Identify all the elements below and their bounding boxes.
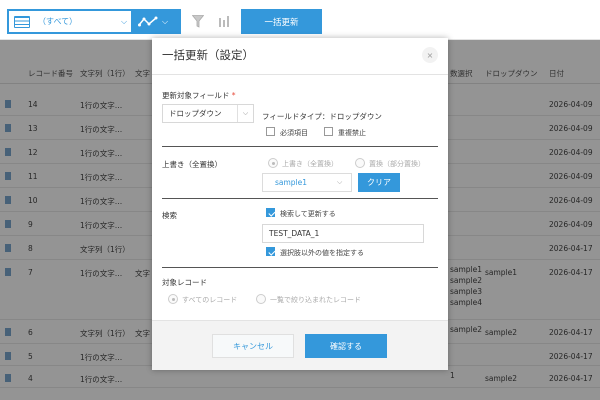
target-field-select[interactable]: ドロップダウン ⌵ bbox=[162, 104, 254, 123]
graph-icon bbox=[138, 16, 158, 26]
filtered-records-radio-label: 一覧で絞り込まれたレコード bbox=[270, 296, 361, 304]
overwrite-radio[interactable] bbox=[268, 158, 278, 168]
field-type-text: フィールドタイプ：ドロップダウン bbox=[262, 112, 382, 121]
chevron-down-icon: ⌵ bbox=[337, 178, 343, 186]
search-input[interactable]: TEST_DATA_1 bbox=[262, 224, 424, 243]
target-field-label-text: 更新対象フィールド bbox=[162, 91, 230, 100]
target-field-label: 更新対象フィールド * bbox=[162, 90, 236, 101]
bar-chart-icon bbox=[219, 16, 229, 27]
all-records-radio-label: すべてのレコード bbox=[182, 296, 238, 304]
chevron-down-icon: ⌵ bbox=[237, 105, 253, 122]
cancel-button[interactable]: キャンセル bbox=[212, 334, 294, 358]
dialog-title: 一括更新（設定） bbox=[162, 48, 254, 62]
view-select[interactable]: （すべて） ⌵ bbox=[7, 9, 133, 34]
chevron-down-icon: ⌵ bbox=[162, 16, 169, 26]
section-divider bbox=[162, 267, 438, 268]
dialog-footer: キャンセル 確認する bbox=[152, 320, 448, 370]
value-select[interactable]: sample1 ⌵ bbox=[262, 173, 352, 192]
bulk-update-button[interactable]: 一括更新 bbox=[241, 9, 322, 34]
no-duplicate-checkbox[interactable] bbox=[324, 127, 333, 136]
all-records-radio[interactable] bbox=[168, 294, 178, 304]
required-checkbox-label: 必須項目 bbox=[280, 129, 308, 137]
confirm-button[interactable]: 確認する bbox=[305, 334, 387, 358]
filter-icon bbox=[192, 15, 204, 28]
target-field-value: ドロップダウン bbox=[169, 109, 222, 118]
chevron-down-icon: ⌵ bbox=[120, 16, 128, 26]
filter-button[interactable] bbox=[186, 9, 210, 34]
specify-other-checkbox-label: 選択肢以外の値を指定する bbox=[280, 249, 364, 257]
required-checkbox[interactable] bbox=[266, 127, 275, 136]
view-select-label: （すべて） bbox=[38, 17, 78, 26]
required-mark: * bbox=[231, 91, 236, 100]
section-divider bbox=[162, 146, 438, 147]
filtered-records-radio[interactable] bbox=[256, 294, 266, 304]
replace-radio[interactable] bbox=[355, 158, 365, 168]
value-select-value: sample1 bbox=[275, 178, 308, 187]
bulk-update-dialog: 一括更新（設定） × 更新対象フィールド * ドロップダウン ⌵ フィールドタイ… bbox=[152, 38, 448, 370]
toolbar: （すべて） ⌵ ⌵ 一括更新 bbox=[0, 0, 600, 40]
title-divider bbox=[152, 74, 448, 75]
graph-button[interactable]: ⌵ bbox=[133, 9, 181, 34]
close-icon[interactable]: × bbox=[422, 47, 438, 63]
table-icon bbox=[14, 15, 30, 28]
search-update-checkbox[interactable] bbox=[266, 208, 275, 217]
search-update-checkbox-label: 検索して更新する bbox=[280, 210, 336, 218]
clear-button[interactable]: クリア bbox=[358, 173, 400, 192]
replace-radio-label: 置換（部分置換） bbox=[369, 160, 425, 168]
specify-other-checkbox[interactable] bbox=[266, 247, 275, 256]
target-records-label: 対象レコード bbox=[162, 278, 207, 287]
search-label: 検索 bbox=[162, 211, 177, 220]
no-duplicate-checkbox-label: 重複禁止 bbox=[338, 129, 366, 137]
section-divider bbox=[162, 198, 438, 199]
chart-button[interactable] bbox=[212, 9, 236, 34]
overwrite-label: 上書き（全置換） bbox=[162, 160, 222, 169]
overwrite-radio-label: 上書き（全置換） bbox=[282, 160, 338, 168]
